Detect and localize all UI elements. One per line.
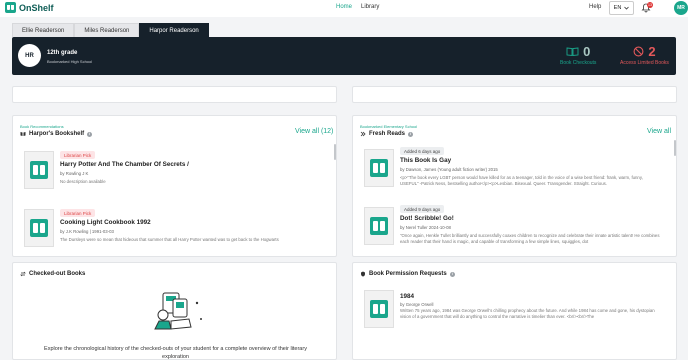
book-placeholder-icon [30,219,48,237]
added-date-badge: Added 9 days ago [400,205,445,213]
recommendations-card: Book Recommendations Harpor's Bookshelf … [12,115,337,257]
user-avatar[interactable]: MR [674,1,688,15]
book-title: This Book Is Gay [400,157,452,164]
empty-panel-left [12,86,337,103]
book-author: by Dawson, James (Young adult fiction wr… [400,167,498,172]
book-cover [364,207,394,245]
limited-label: Access Limited Books [620,60,669,66]
info-icon[interactable]: i [449,271,455,277]
student-avatar: HR [18,44,41,67]
book-title: Cooking Light Cookbook 1992 [60,219,151,226]
notifications-button[interactable]: 13 [641,2,653,13]
checkouts-label: Book Checkouts [560,60,597,66]
permission-requests-title-row: Book Permission Requests i [360,271,455,277]
shield-icon [361,271,365,277]
book-description: "Once again, Henkle Tullet brilliantly a… [400,233,660,244]
empty-panel-right [352,86,677,103]
tab-ellie[interactable]: Ellie Readerson [12,23,75,37]
fresh-reads-title: Fresh Reads [369,131,406,137]
book-author: by Nerel Tuller 2024-10-08 [400,225,451,230]
limited-stat[interactable]: 2 Access Limited Books [620,44,669,66]
book-description: The Dursleys were so mean that hideous t… [60,237,279,242]
language-select[interactable]: EN [609,1,634,15]
fresh-reads-scrollbar[interactable] [674,140,676,156]
permission-requests-title: Book Permission Requests [369,271,447,277]
fresh-reads-view-all-link[interactable]: View all [647,128,671,135]
chevron-down-icon [624,6,630,10]
book-author: by George Orwell [400,302,434,307]
sparkle-icon [360,131,366,137]
book-title: Dot! Scribble! Go! [400,215,454,222]
librarian-pick-badge: Librarian Pick [60,209,96,217]
fresh-reads-card: Bookmarked Elementary School Fresh Reads… [352,115,677,257]
book-description: Written 75 years ago, 1984 was George Or… [400,308,655,319]
prohibited-icon [633,46,644,57]
fresh-read-item[interactable]: Added 9 days ago Dot! Scribble! Go! by N… [364,205,664,255]
tab-harpor[interactable]: Harpor Readerson [139,23,209,37]
book-author: by Rowling J K [60,171,89,176]
swap-icon [20,271,26,277]
book-placeholder-icon [370,159,388,177]
notification-badge: 13 [647,2,653,8]
nav-link-library[interactable]: Library [361,4,379,10]
book-placeholder-icon [370,217,388,235]
recommendation-item[interactable]: Librarian Pick Harry Potter And The Cham… [24,151,324,201]
student-tabs: Ellie Readerson Miles Readerson Harpor R… [12,23,209,37]
brand-name: OnShelf [19,2,54,13]
book-cover [364,149,394,187]
checkouts-stat[interactable]: 0 Book Checkouts [560,44,596,66]
fresh-read-item[interactable]: Added 6 days ago This Book Is Gay by Daw… [364,147,664,197]
student-grade: 12th grade [47,50,78,56]
info-icon[interactable]: i [87,131,93,137]
book-title: 1984 [400,293,415,300]
info-icon[interactable]: i [408,131,414,137]
language-value: EN [613,5,622,11]
student-school: Bookmarked High School [47,59,93,64]
student-banner: HR 12th grade Bookmarked High School 0 B… [12,37,676,75]
checked-out-title: Checked-out Books [29,271,86,277]
brand-logo[interactable]: OnShelf [5,2,54,13]
book-description: <p>"The book every LGBT person would hav… [400,175,643,186]
top-navbar: OnShelf Home Library Help EN 13 MR [0,0,688,17]
checkouts-count: 0 [583,44,591,59]
recommendation-item[interactable]: Librarian Pick Cooking Light Cookbook 19… [24,209,324,256]
nav-link-home[interactable]: Home [336,4,352,10]
book-description: No description available [60,179,106,184]
recommendations-title-row: Harpor's Bookshelf i [20,131,93,137]
checked-out-empty-text: Explore the chronological history of the… [44,346,307,360]
added-date-badge: Added 6 days ago [400,147,445,155]
recommendations-kicker: Book Recommendations [20,124,64,129]
permission-requests-card: Book Permission Requests i 1984 by Georg… [352,262,677,360]
open-book-icon [566,47,579,56]
limited-count: 2 [648,44,656,59]
book-cover [24,209,54,247]
permission-request-item[interactable]: 1984 by George Orwell Written 75 years a… [364,289,664,339]
nav-link-help[interactable]: Help [589,4,601,10]
book-title: Harry Potter And The Chamber Of Secrets … [60,161,189,168]
book-cover [24,151,54,189]
recommendations-view-all-link[interactable]: View all (12) [295,128,333,135]
book-cover [364,290,394,328]
checked-out-title-row: Checked-out Books [20,271,85,277]
bookshelf-icon [20,132,26,136]
recommendations-scrollbar[interactable] [334,144,336,160]
book-placeholder-icon [370,300,388,318]
librarian-pick-badge: Librarian Pick [60,151,96,159]
book-placeholder-icon [30,161,48,179]
book-logo-icon [5,2,16,13]
tab-miles[interactable]: Miles Readerson [74,23,140,37]
fresh-reads-title-row: Fresh Reads i [360,131,414,137]
fresh-reads-kicker: Bookmarked Elementary School [360,124,418,129]
recommendations-title: Harpor's Bookshelf [29,131,85,137]
checked-out-card: Checked-out Books Explore the chronologi… [12,262,337,360]
reading-illustration-icon [154,292,202,330]
book-author: by J.K Rowling | 1991-03-03 [60,229,114,234]
